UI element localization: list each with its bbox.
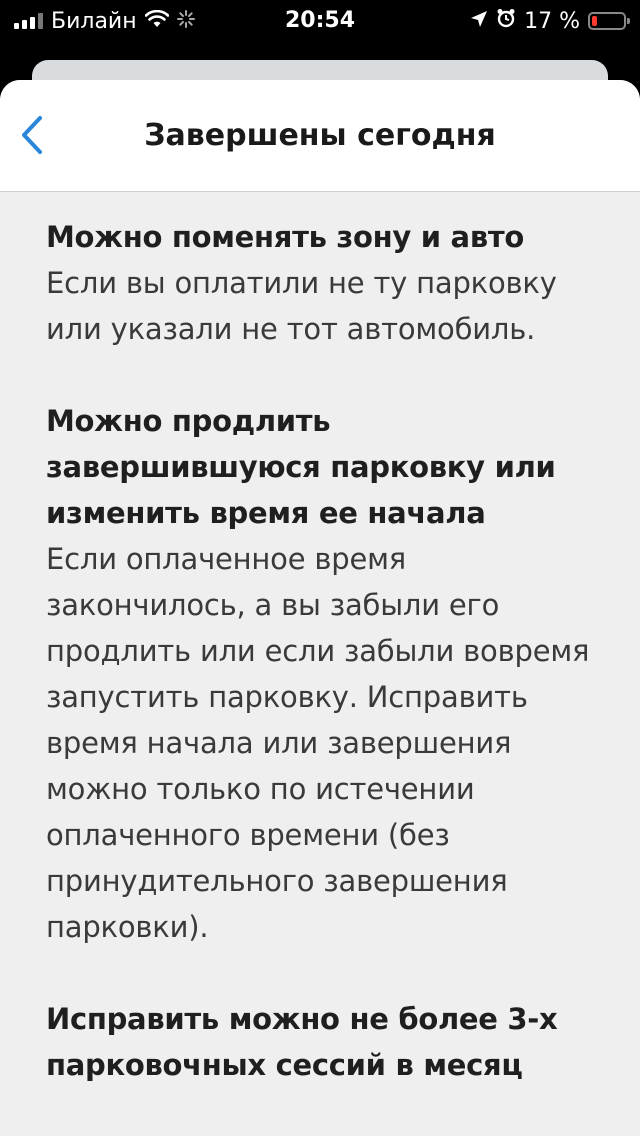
section-title: Можно поменять зону и авто [46,220,525,254]
info-section-extend-parking: Можно продлить завершившуюся парковку ил… [46,398,610,950]
info-content: Можно поменять зону и авто Если вы оплат… [0,192,640,1088]
section-text: Если оплаченное время закончилось, а вы … [46,542,590,944]
info-section-limit: Исправить можно не более 3-х парковочных… [46,996,610,1088]
battery-fill [592,16,597,26]
battery-percent: 17 % [524,8,580,34]
section-text: Если вы оплатили не ту парковку или указ… [46,266,557,346]
section-title: Можно продлить завершившуюся парковку ил… [46,404,556,530]
status-bar: Билайн 20:54 17 % [0,0,640,40]
battery-icon [588,12,630,30]
info-section-change-zone: Можно поменять зону и авто Если вы оплат… [46,214,610,352]
page-title: Завершены сегодня [144,118,496,153]
sheet-header: Завершены сегодня [0,80,640,192]
section-title: Исправить можно не более 3-х парковочных… [46,1002,558,1082]
alarm-icon [496,8,516,34]
location-icon [470,9,488,34]
status-right: 17 % [470,6,630,36]
modal-sheet: Завершены сегодня Можно поменять зону и … [0,80,640,1136]
